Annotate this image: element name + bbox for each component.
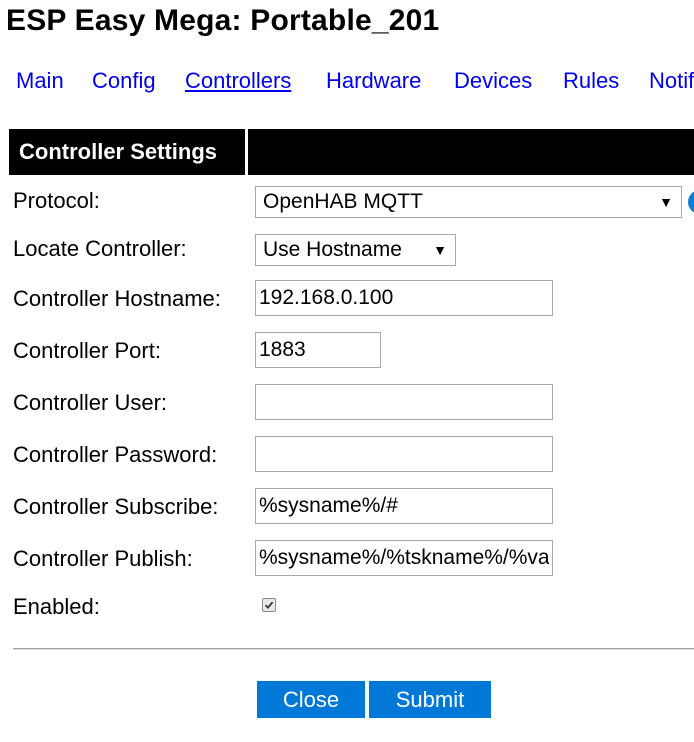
section-title: Controller Settings xyxy=(19,139,218,164)
nav-controllers[interactable]: Controllers xyxy=(185,68,291,94)
controller-publish-label: Controller Publish: xyxy=(13,546,193,571)
protocol-label: Protocol: xyxy=(13,188,100,213)
controller-subscribe-label: Controller Subscribe: xyxy=(13,494,219,519)
locate-controller-value: Use Hostname xyxy=(263,238,402,261)
controller-hostname-input[interactable] xyxy=(255,280,553,316)
page-title: ESP Easy Mega: Portable_201 xyxy=(6,4,440,37)
controller-hostname-label: Controller Hostname: xyxy=(13,286,221,311)
dropdown-arrow-icon: ▼ xyxy=(659,194,673,210)
enabled-label: Enabled: xyxy=(13,594,100,619)
controller-port-input[interactable] xyxy=(255,332,381,368)
controller-port-label: Controller Port: xyxy=(13,338,161,363)
nav-main[interactable]: Main xyxy=(16,68,64,94)
controller-password-label: Controller Password: xyxy=(13,442,218,467)
nav-notifications[interactable]: Notifications xyxy=(649,68,694,94)
controller-password-input[interactable] xyxy=(255,436,553,472)
protocol-select[interactable]: OpenHAB MQTT ▼ xyxy=(255,186,682,218)
controller-settings-page: ESP Easy Mega: Portable_201 Main Config … xyxy=(0,0,694,742)
header-separator xyxy=(245,129,248,175)
locate-controller-label: Locate Controller: xyxy=(13,236,187,261)
close-button[interactable]: Close xyxy=(257,681,365,718)
checkmark-icon xyxy=(264,601,274,609)
controller-subscribe-input[interactable] xyxy=(255,488,553,524)
controller-user-input[interactable] xyxy=(255,384,553,420)
form-divider xyxy=(13,648,694,650)
dropdown-arrow-icon: ▼ xyxy=(433,242,447,258)
locate-controller-select[interactable]: Use Hostname ▼ xyxy=(255,234,456,266)
section-header: Controller Settings xyxy=(9,129,694,175)
nav-hardware[interactable]: Hardware xyxy=(326,68,421,94)
controller-publish-input[interactable] xyxy=(255,540,553,576)
controller-user-label: Controller User: xyxy=(13,390,168,415)
nav-rules[interactable]: Rules xyxy=(563,68,619,94)
nav-config[interactable]: Config xyxy=(92,68,156,94)
protocol-value: OpenHAB MQTT xyxy=(263,190,423,213)
info-icon[interactable] xyxy=(688,190,694,214)
enabled-checkbox[interactable] xyxy=(262,598,276,612)
nav-devices[interactable]: Devices xyxy=(454,68,532,94)
main-nav: Main Config Controllers Hardware Devices… xyxy=(0,68,694,102)
submit-button[interactable]: Submit xyxy=(369,681,491,718)
